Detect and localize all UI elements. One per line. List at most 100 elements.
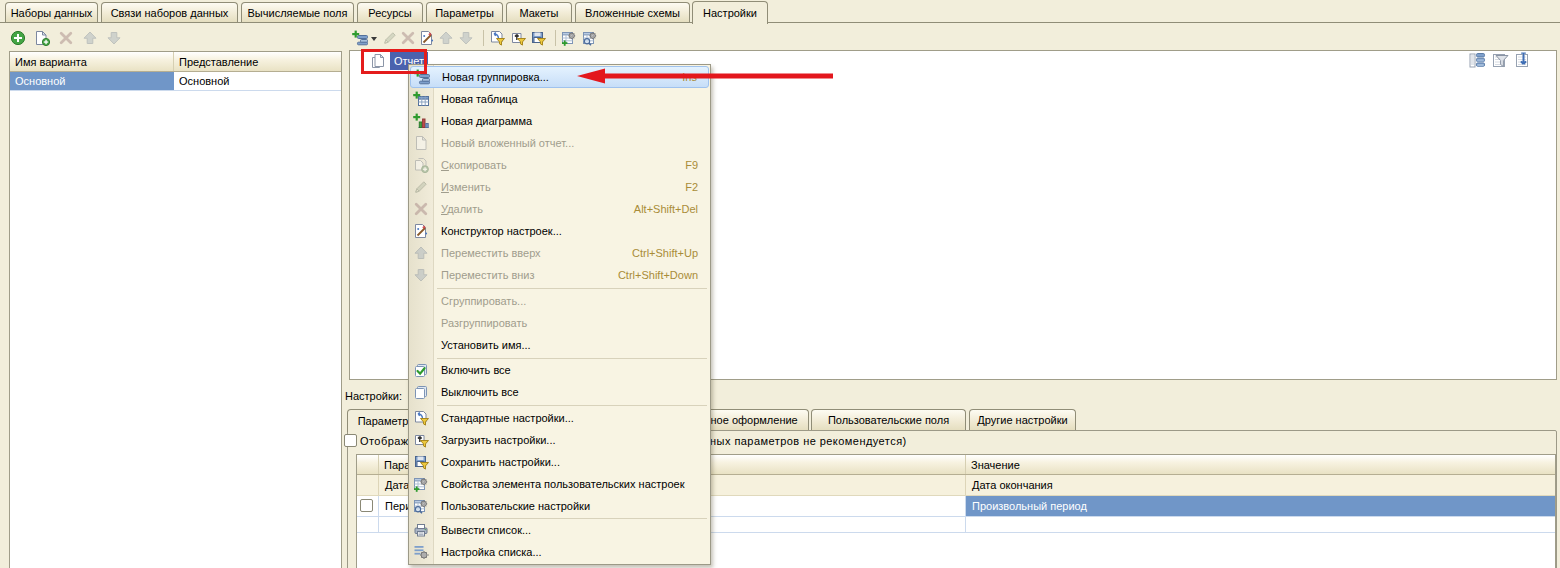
menu-item-label: Новый вложенный отчет... xyxy=(441,137,574,149)
parameter-value-cell[interactable]: Дата окончания xyxy=(966,475,1555,495)
variant-move-down-button[interactable] xyxy=(106,30,122,46)
add-variant-button[interactable] xyxy=(10,30,26,46)
tab-label: Макеты xyxy=(519,7,558,19)
settings-constructor-button[interactable] xyxy=(419,30,435,46)
menu-item-label: Установить имя... xyxy=(441,339,531,351)
user-settings-button[interactable] xyxy=(582,30,598,46)
variants-table-header: Имя варианта Представление xyxy=(10,52,341,72)
tab-label: Вычисляемые поля xyxy=(248,7,348,19)
toolbar-separator xyxy=(483,30,484,46)
menu-item-shortcut: Ctrl+Shift+Up xyxy=(614,247,698,259)
add-setting-item-menu-arrow-icon[interactable] xyxy=(371,37,377,41)
menu-item-label: Конструктор настроек... xyxy=(441,225,562,237)
move-down-icon xyxy=(413,267,429,283)
menu-item-new-table[interactable]: Новая таблица xyxy=(409,88,710,110)
menu-item-label: Разгруппировать xyxy=(441,317,527,329)
menu-item-label: Новая группировка... xyxy=(442,71,549,83)
variant-name: Основной xyxy=(15,75,65,87)
menu-item-user-settings-item-properties[interactable]: Свойства элемента пользовательских настр… xyxy=(409,473,710,495)
menu-item-disable-all[interactable]: Выключить все xyxy=(409,381,710,403)
menu-item-new-nested-report[interactable]: Новый вложенный отчет... xyxy=(409,132,710,154)
parameter-value-cell[interactable]: Произвольный период xyxy=(966,496,1555,516)
structure-view-icon[interactable] xyxy=(1469,52,1486,69)
menu-item-list-settings[interactable]: Настройка списка... xyxy=(409,541,710,563)
variant-name-cell[interactable]: Основной xyxy=(10,72,174,90)
delete-setting-item-button[interactable] xyxy=(400,30,416,46)
load-settings-button[interactable] xyxy=(510,30,526,46)
menu-item-label: Изменить xyxy=(441,181,491,193)
menu-item-enable-all[interactable]: Включить все xyxy=(409,359,710,381)
menu-item-standard-settings[interactable]: Стандартные настройки... xyxy=(409,407,710,429)
variant-row[interactable]: Основной Основной xyxy=(10,72,341,91)
menu-item-new-chart[interactable]: Новая диаграмма xyxy=(409,110,710,132)
edit-setting-item-button[interactable] xyxy=(382,30,398,46)
menu-item-shortcut: Alt+Shift+Del xyxy=(616,203,698,215)
tab-calculated-fields[interactable]: Вычисляемые поля xyxy=(241,2,354,22)
variant-move-up-button[interactable] xyxy=(82,30,98,46)
menu-item-move-up[interactable]: Переместить вверх Ctrl+Shift+Up xyxy=(409,242,710,264)
tab-label: Параметры xyxy=(435,7,494,19)
menu-item-group[interactable]: Сгруппировать... xyxy=(409,290,710,312)
output-fields-view-icon[interactable] xyxy=(1515,52,1532,69)
add-setting-item-button[interactable] xyxy=(352,30,368,46)
save-settings-icon xyxy=(413,454,429,470)
tab-resources[interactable]: Ресурсы xyxy=(357,2,423,22)
show-unavailable-parameters-checkbox[interactable] xyxy=(344,434,357,447)
annotation-arrow xyxy=(575,66,835,86)
tab-parameters[interactable]: Параметры xyxy=(426,2,503,22)
nested-report-icon xyxy=(413,135,429,151)
tab-templates[interactable]: Макеты xyxy=(506,2,572,22)
column-header-presentation[interactable]: Представление xyxy=(174,52,341,71)
menu-item-label: Переместить вниз xyxy=(441,269,535,281)
menu-item-copy[interactable]: Скопировать F9 xyxy=(409,154,710,176)
variant-presentation-cell[interactable]: Основной xyxy=(174,72,341,90)
menu-item-print-list[interactable]: Вывести список... xyxy=(409,519,710,541)
menu-item-label: Новая диаграмма xyxy=(441,115,532,127)
parameter-use-cell[interactable] xyxy=(357,517,379,532)
menu-item-settings-constructor[interactable]: Конструктор настроек... xyxy=(409,220,710,242)
column-header-use[interactable] xyxy=(357,455,379,474)
tab-label: Пользовательские поля xyxy=(828,414,949,426)
setting-move-up-button[interactable] xyxy=(438,30,454,46)
menu-item-save-settings[interactable]: Сохранить настройки... xyxy=(409,451,710,473)
standard-settings-button[interactable] xyxy=(489,30,505,46)
settings-section-label: Настройки: xyxy=(345,390,402,402)
menu-item-move-down[interactable]: Переместить вниз Ctrl+Shift+Down xyxy=(409,264,710,286)
settings-tab-other-settings[interactable]: Другие настройки xyxy=(969,409,1076,430)
new-chart-icon xyxy=(413,113,429,129)
parameter-value: Дата окончания xyxy=(972,479,1053,491)
dcs-settings-window: Наборы данных Связи наборов данных Вычис… xyxy=(0,0,1560,568)
tab-nested-schemas[interactable]: Вложенные схемы xyxy=(575,2,690,22)
user-settings-item-properties-button[interactable] xyxy=(561,30,577,46)
parameter-use-checkbox[interactable] xyxy=(360,499,373,512)
filter-view-icon[interactable] xyxy=(1492,52,1509,69)
column-header-variant-name[interactable]: Имя варианта xyxy=(10,52,174,71)
menu-item-label: Включить все xyxy=(441,364,511,376)
menu-item-shortcut: F2 xyxy=(667,181,698,193)
column-header-value[interactable]: Значение xyxy=(966,455,1555,474)
parameter-use-cell[interactable] xyxy=(357,475,379,495)
tab-settings[interactable]: Настройки xyxy=(692,1,768,24)
tab-data-set-links[interactable]: Связи наборов данных xyxy=(101,2,238,22)
menu-item-label: Переместить вверх xyxy=(441,247,541,259)
setting-move-down-button[interactable] xyxy=(458,30,474,46)
delete-variant-button[interactable] xyxy=(58,30,74,46)
menu-item-edit[interactable]: Изменить F2 xyxy=(409,176,710,198)
parameter-value: Произвольный период xyxy=(972,500,1087,512)
menu-item-label: Сохранить настройки... xyxy=(441,456,560,468)
menu-item-set-name[interactable]: Установить имя... xyxy=(409,334,710,356)
menu-item-ungroup[interactable]: Разгруппировать xyxy=(409,312,710,334)
parameter-value-cell[interactable] xyxy=(966,517,1555,532)
menu-item-user-settings[interactable]: Пользовательские настройки xyxy=(409,495,710,517)
menu-item-load-settings[interactable]: Загрузить настройки... xyxy=(409,429,710,451)
menu-item-delete[interactable]: Удалить Alt+Shift+Del xyxy=(409,198,710,220)
save-settings-button[interactable] xyxy=(530,30,546,46)
load-settings-icon xyxy=(413,432,429,448)
parameter-use-cell[interactable] xyxy=(357,496,379,516)
disable-all-icon xyxy=(413,384,429,400)
settings-tab-user-fields[interactable]: Пользовательские поля xyxy=(811,409,966,430)
tab-data-sets[interactable]: Наборы данных xyxy=(5,2,98,22)
column-header-label: Представление xyxy=(179,56,258,68)
variants-table: Имя варианта Представление Основной Осно… xyxy=(9,51,342,568)
copy-variant-button[interactable] xyxy=(34,30,50,46)
